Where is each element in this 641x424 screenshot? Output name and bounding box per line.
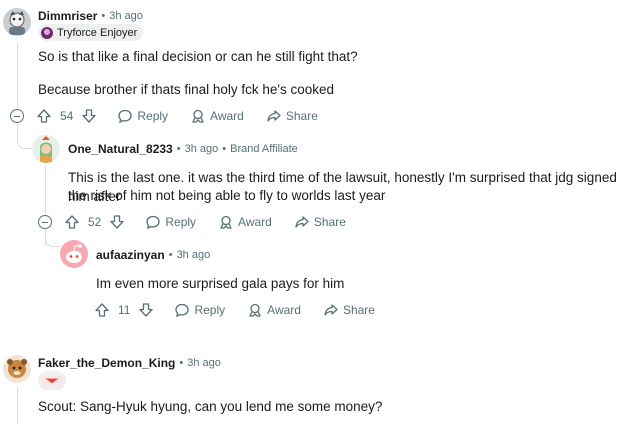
vote-group: 54 [36, 108, 97, 124]
downvote-icon[interactable] [81, 108, 97, 124]
username[interactable]: One_Natural_8233 [68, 142, 173, 156]
separator: • [168, 249, 173, 261]
upvote-icon[interactable] [64, 214, 80, 230]
avatar[interactable] [3, 8, 31, 36]
thread-line-c4 [17, 388, 18, 424]
vote-count: 54 [60, 109, 74, 123]
reply-button[interactable]: Reply [145, 214, 196, 230]
vote-group: 11 [94, 302, 154, 318]
share-label: Share [313, 215, 346, 229]
separator: • [179, 357, 184, 369]
comment-actions: 54 Reply Award Share [36, 106, 318, 126]
vote-count: 52 [88, 215, 102, 229]
reply-bubble-icon [174, 302, 190, 318]
comment-body-line: So is that like a final decision or can … [38, 49, 358, 64]
username[interactable]: Faker_the_Demon_King [38, 356, 175, 370]
comment-header: aufaazinyan • 3h ago [96, 248, 210, 262]
share-icon [266, 108, 282, 124]
timestamp[interactable]: 3h ago [187, 357, 221, 369]
user-flair [38, 371, 66, 390]
comment-header: Dimmriser • 3h ago [38, 9, 143, 23]
reply-button[interactable]: Reply [174, 302, 225, 318]
timestamp[interactable]: 3h ago [177, 249, 211, 261]
separator: • [101, 10, 106, 22]
reply-label: Reply [194, 303, 226, 317]
award-icon [190, 108, 206, 124]
share-button[interactable]: Share [294, 214, 346, 230]
avatar[interactable] [32, 135, 60, 163]
reply-button[interactable]: Reply [117, 108, 168, 124]
award-icon [218, 214, 234, 230]
upvote-icon[interactable] [36, 108, 52, 124]
flair-text: Tryforce Enjoyer [57, 26, 138, 39]
comment-body-line: Scout: Sang-Hyuk hyung, can you lend me … [38, 399, 383, 414]
user-avatar-icon [3, 8, 31, 36]
award-label: Award [238, 215, 272, 229]
thread-line-c1-lower [17, 124, 18, 138]
collapse-thread-button[interactable] [10, 109, 24, 123]
award-button[interactable]: Award [190, 108, 244, 124]
comment-actions: 11 Reply Award Share [94, 300, 375, 320]
share-button[interactable]: Share [266, 108, 318, 124]
flair-avatar-icon [41, 26, 53, 39]
thread-line-c2 [45, 166, 46, 214]
reply-bubble-icon [117, 108, 133, 124]
user-flair: Tryforce Enjoyer [38, 24, 144, 41]
separator: • [222, 143, 227, 155]
reply-label: Reply [165, 215, 197, 229]
downvote-icon[interactable] [109, 214, 125, 230]
brand-affiliate-badge: Brand Affiliate [230, 143, 298, 155]
award-button[interactable]: Award [247, 302, 301, 318]
separator: • [176, 143, 181, 155]
user-avatar-icon [32, 135, 60, 163]
comment-body-line: Because brother if thats final holy fck … [38, 82, 334, 97]
collapse-icon [14, 115, 20, 117]
username[interactable]: aufaazinyan [96, 248, 165, 262]
award-button[interactable]: Award [218, 214, 272, 230]
timestamp[interactable]: 3h ago [185, 143, 219, 155]
username[interactable]: Dimmriser [38, 9, 97, 23]
comment-header: Faker_the_Demon_King • 3h ago [38, 356, 221, 370]
comment-actions: 52 Reply Award Share [64, 212, 346, 232]
share-label: Share [285, 109, 318, 123]
comment-body-line: Im even more surprised gala pays for him [96, 276, 345, 291]
reply-label: Reply [137, 109, 169, 123]
collapse-thread-button[interactable] [38, 215, 52, 229]
award-label: Award [267, 303, 301, 317]
user-avatar-icon [3, 355, 31, 383]
share-label: Share [342, 303, 375, 317]
comment-body-line: the risk of him not being able to fly to… [68, 188, 386, 203]
avatar[interactable] [60, 240, 88, 268]
thread-branch-c3 [45, 236, 60, 247]
avatar[interactable] [3, 355, 31, 383]
reply-bubble-icon [145, 214, 161, 230]
thread-branch-c2 [17, 138, 32, 149]
comment-header: One_Natural_8233 • 3h ago • Brand Affili… [68, 142, 298, 156]
share-button[interactable]: Share [323, 302, 375, 318]
timestamp[interactable]: 3h ago [109, 10, 143, 22]
award-label: Award [210, 109, 244, 123]
downvote-icon[interactable] [138, 302, 154, 318]
flair-emblem-icon [42, 375, 62, 386]
vote-group: 52 [64, 214, 125, 230]
award-icon [247, 302, 263, 318]
snoo-avatar-icon [60, 240, 88, 268]
thread-line-c1 [17, 44, 18, 108]
upvote-icon[interactable] [94, 302, 110, 318]
share-icon [323, 302, 339, 318]
vote-count: 11 [118, 303, 131, 317]
collapse-icon [42, 221, 48, 223]
share-icon [294, 214, 310, 230]
